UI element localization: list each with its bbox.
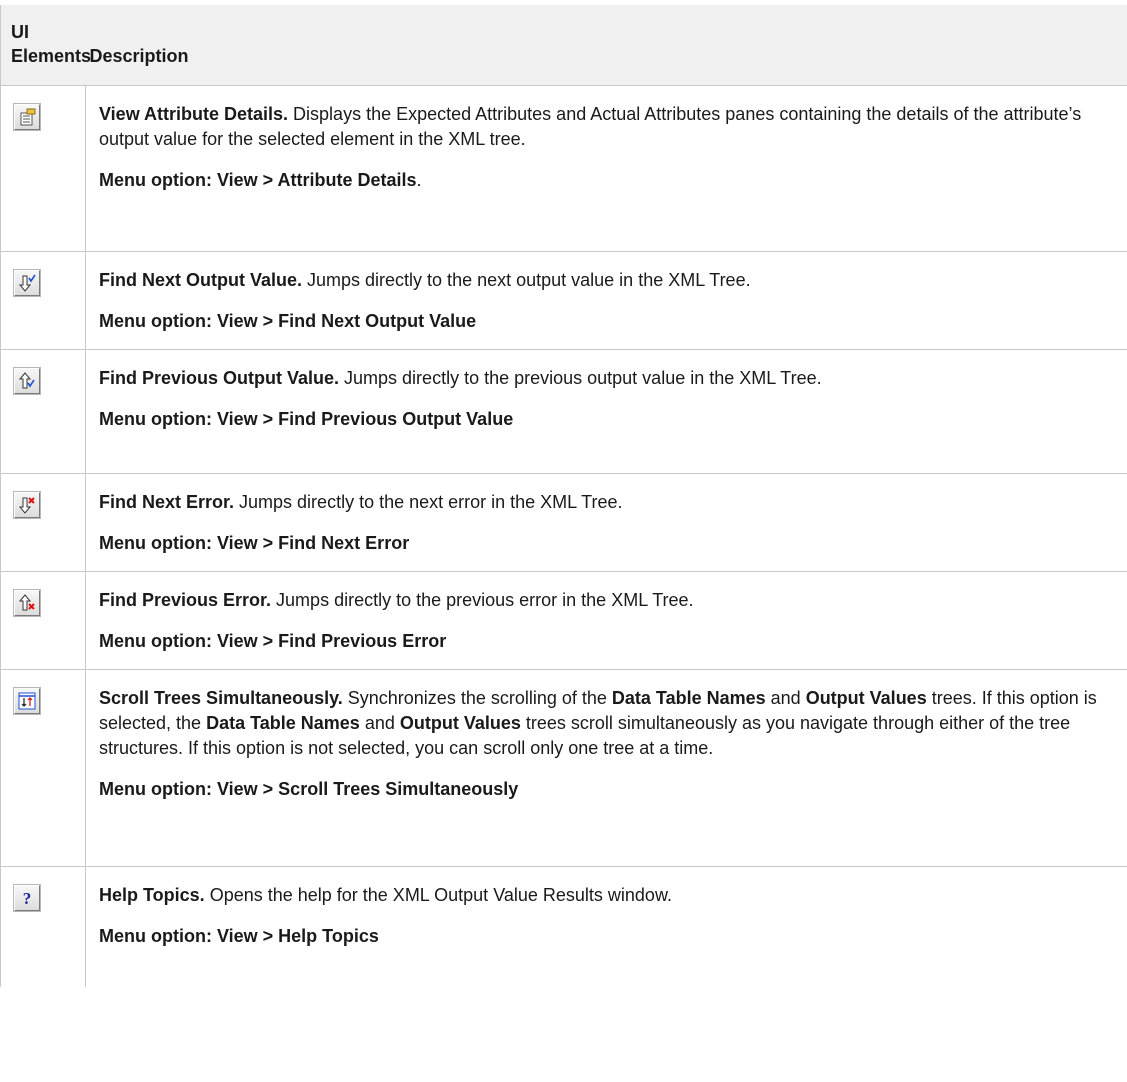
- row-title: Find Next Output Value.: [99, 270, 303, 290]
- find-next-error-icon: [18, 497, 35, 514]
- attribute-details-button[interactable]: [14, 104, 40, 130]
- row-description: Find Next Output Value. Jumps directly t…: [99, 270, 751, 290]
- row-title: Scroll Trees Simultaneously.: [99, 688, 343, 708]
- row-title: Help Topics.: [99, 885, 205, 905]
- header-description: Description: [85, 5, 1127, 86]
- menu-option: Menu option: View > Scroll Trees Simulta…: [99, 779, 519, 799]
- row-description: Find Previous Error. Jumps directly to t…: [99, 590, 694, 610]
- table-row: Find Next Error. Jumps directly to the n…: [0, 473, 1127, 572]
- ui-elements-table: UI Elements Description View Attribute D…: [0, 5, 1127, 987]
- attribute-details-icon: [20, 108, 36, 126]
- find-previous-output-value-icon: [18, 372, 35, 389]
- help-topics-button[interactable]: ?: [14, 885, 40, 911]
- table-header-row: UI Elements Description: [0, 5, 1127, 86]
- row-description: View Attribute Details. Displays the Exp…: [99, 104, 1082, 149]
- table-row: Find Previous Output Value. Jumps direct…: [0, 349, 1127, 474]
- find-next-error-button[interactable]: [14, 492, 40, 518]
- menu-option: Menu option: View > Find Next Error: [99, 533, 410, 553]
- menu-option: Menu option: View > Find Previous Error: [99, 631, 447, 651]
- menu-option: Menu option: View > Find Previous Output…: [99, 409, 514, 429]
- find-previous-error-button[interactable]: [14, 590, 40, 616]
- scroll-trees-simultaneously-icon: [18, 692, 36, 710]
- find-previous-output-value-button[interactable]: [14, 368, 40, 394]
- row-title: Find Previous Output Value.: [99, 368, 340, 388]
- row-title: Find Previous Error.: [99, 590, 272, 610]
- table-row: Scroll Trees Simultaneously. Synchronize…: [0, 669, 1127, 867]
- data-table-names-term: Data Table Names: [611, 688, 766, 708]
- row-description: Find Next Error. Jumps directly to the n…: [99, 492, 623, 512]
- row-description: Help Topics. Opens the help for the XML …: [99, 885, 672, 905]
- table-row: View Attribute Details. Displays the Exp…: [0, 85, 1127, 252]
- output-values-term: Output Values: [805, 688, 927, 708]
- find-next-output-value-icon: [18, 274, 36, 292]
- menu-option: Menu option: View > Help Topics: [99, 926, 379, 946]
- row-description: Find Previous Output Value. Jumps direct…: [99, 368, 822, 388]
- help-topics-icon: ?: [23, 889, 32, 907]
- find-previous-error-icon: [18, 594, 35, 611]
- row-title: View Attribute Details.: [99, 104, 289, 124]
- menu-option: Menu option: View > Attribute Details.: [99, 170, 422, 190]
- data-table-names-term: Data Table Names: [206, 713, 360, 733]
- find-next-output-value-button[interactable]: [14, 270, 40, 296]
- header-ui-elements: UI Elements: [0, 5, 91, 86]
- row-title: Find Next Error.: [99, 492, 235, 512]
- table-row: ? Help Topics. Opens the help for the XM…: [0, 866, 1127, 987]
- scroll-trees-simultaneously-button[interactable]: [14, 688, 40, 714]
- svg-text:?: ?: [23, 889, 32, 907]
- menu-option: Menu option: View > Find Next Output Val…: [99, 311, 477, 331]
- table-row: Find Previous Error. Jumps directly to t…: [0, 571, 1127, 670]
- output-values-term: Output Values: [399, 713, 521, 733]
- row-description: Scroll Trees Simultaneously. Synchronize…: [99, 688, 1097, 758]
- table-row: Find Next Output Value. Jumps directly t…: [0, 251, 1127, 350]
